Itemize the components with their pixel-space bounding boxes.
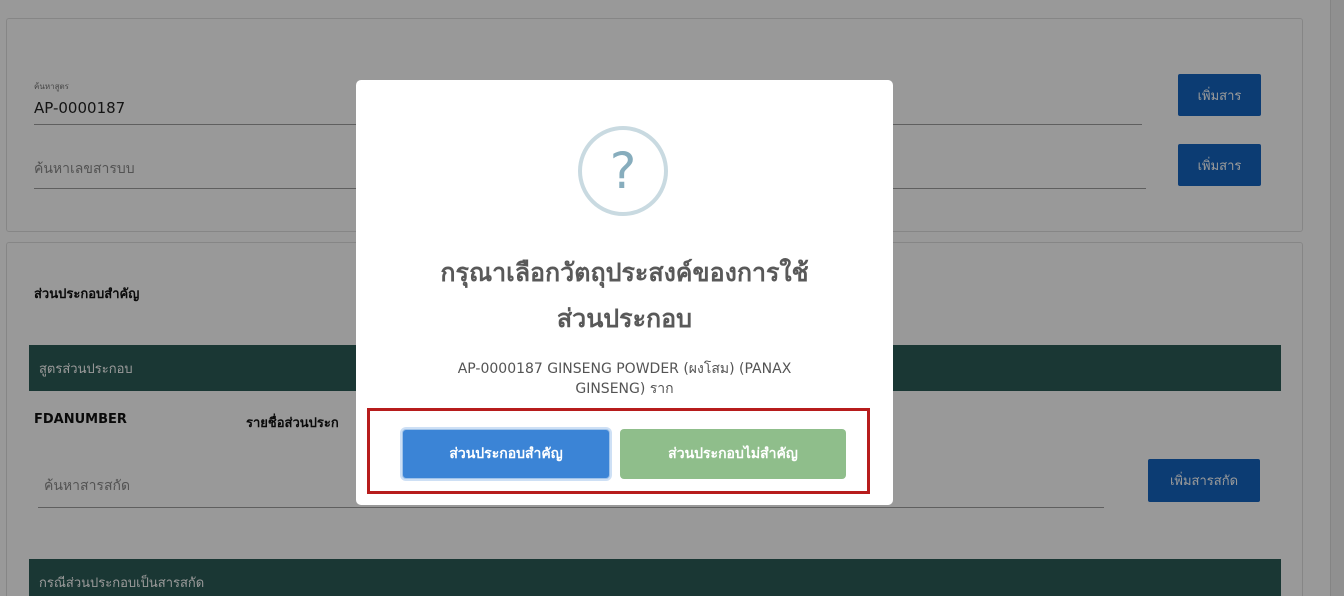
dialog-title-line-1: กรุณาเลือกวัตถุประสงค์ของการใช้ (440, 258, 809, 287)
important-ingredient-button[interactable]: ส่วนประกอบสำคัญ (402, 429, 610, 479)
dialog-message-line-1: AP-0000187 GINSENG POWDER (ผงโสม) (PANAX (457, 361, 792, 377)
unimportant-ingredient-button[interactable]: ส่วนประกอบไม่สำคัญ (620, 429, 846, 479)
dialog-message: AP-0000187 GINSENG POWDER (ผงโสม) (PANAX… (406, 359, 843, 399)
dialog-title: กรุณาเลือกวัตถุประสงค์ของการใช้ ส่วนประก… (386, 250, 863, 342)
dialog-title-line-2: ส่วนประกอบ (556, 304, 693, 333)
question-icon: ? (578, 126, 668, 216)
dialog-message-line-2: GINSENG) ราก (575, 381, 674, 397)
